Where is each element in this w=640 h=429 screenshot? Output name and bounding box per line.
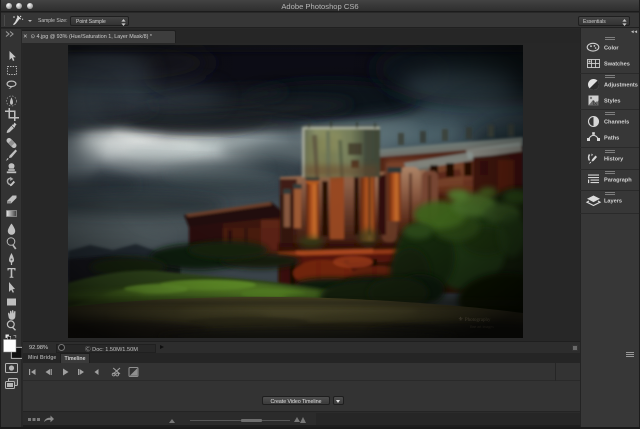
svg-text:Adjustments: Adjustments xyxy=(604,83,638,89)
svg-text:Layers: Layers xyxy=(604,199,622,205)
svg-text:Paths: Paths xyxy=(604,136,619,142)
svg-text:Swatches: Swatches xyxy=(604,62,630,68)
svg-text:Styles: Styles xyxy=(604,99,620,105)
svg-text:fx: fx xyxy=(593,101,598,107)
svg-text:Channels: Channels xyxy=(604,120,629,126)
svg-text:Paragraph: Paragraph xyxy=(604,178,632,184)
svg-text:History: History xyxy=(604,157,624,163)
svg-text:Color: Color xyxy=(604,46,619,52)
